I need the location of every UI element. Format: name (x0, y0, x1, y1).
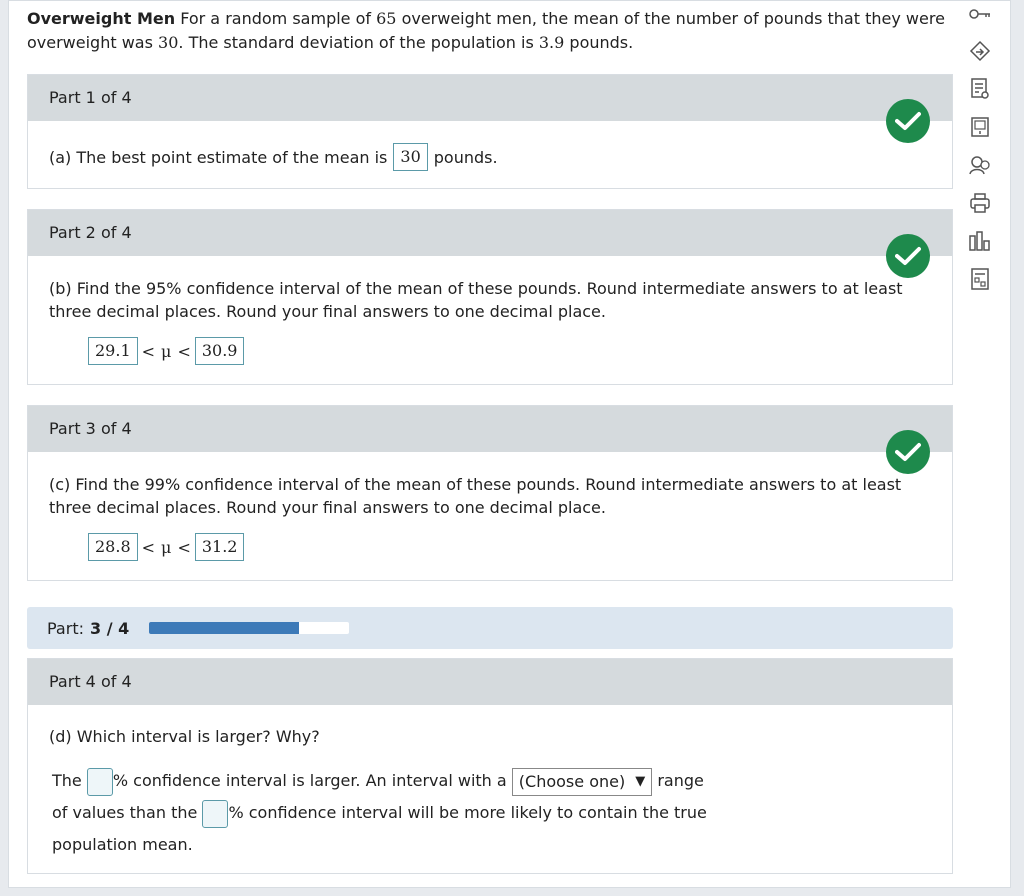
ebook-icon[interactable] (966, 113, 994, 141)
check-icon (886, 99, 930, 143)
lower-bound-box[interactable]: 29.1 (88, 337, 138, 365)
confidence-interval-99: 28.8 < μ < 31.2 (88, 533, 952, 561)
part-1-prompt: (a) The best point estimate of the mean … (49, 147, 388, 167)
sentence-text: % confidence interval will be more likel… (228, 803, 707, 822)
part-1: Part 1 of 4 (a) The best point estimate … (27, 74, 953, 189)
part-1-unit: pounds. (433, 147, 498, 167)
sentence-text: population mean. (52, 835, 193, 854)
dropdown-arrow-icon: ▼ (635, 773, 646, 789)
less-than: < (141, 537, 156, 557)
less-than: < (177, 341, 191, 361)
sentence-text: of values than the (52, 803, 198, 822)
confidence-interval-95: 29.1 < μ < 30.9 (88, 337, 952, 365)
sentence-text: % confidence interval is larger. An inte… (112, 771, 507, 790)
upper-bound-box[interactable]: 30.9 (194, 337, 245, 365)
part-3-prompt: (c) Find the 99% confidence interval of … (49, 475, 902, 517)
less-than: < (177, 537, 191, 557)
problem-statement: Overweight Men For a random sample of 65… (27, 7, 952, 55)
check-icon (886, 234, 930, 278)
less-than: < (141, 341, 156, 361)
lower-bound-box[interactable]: 28.8 (88, 533, 138, 561)
check-icon (886, 430, 930, 474)
calculator-doc-icon[interactable] (966, 265, 994, 293)
problem-text: pounds. (569, 33, 634, 52)
progress-track (149, 622, 350, 634)
dropdown-label: (Choose one) (518, 771, 626, 791)
ask-instructor-icon[interactable] (966, 151, 994, 179)
std-dev: 3.9 (538, 33, 565, 52)
part-4-header: Part 4 of 4 (28, 659, 952, 705)
part-progress: Part: 3 / 4 (27, 607, 953, 649)
part-4: Part 4 of 4 (d) Which interval is larger… (27, 658, 953, 874)
percent-input-1[interactable] (86, 767, 113, 796)
sentence-text: The (52, 771, 82, 790)
problem-text: . The standard deviation of the populati… (178, 33, 534, 52)
mu-symbol: μ (161, 341, 172, 361)
tool-sidebar (960, 0, 1002, 896)
problem-text: For a random sample of (180, 9, 372, 28)
sample-mean: 30 (158, 33, 179, 52)
part-2-prompt: (b) Find the 95% confidence interval of … (49, 279, 903, 321)
mu-symbol: μ (161, 537, 172, 557)
sentence-text: range (657, 771, 704, 790)
bar-chart-icon[interactable] (966, 227, 994, 255)
main-content: Overweight Men For a random sample of 65… (8, 0, 1011, 888)
progress-fill (149, 622, 300, 634)
part-3-header: Part 3 of 4 (28, 406, 952, 452)
percent-input-2[interactable] (202, 799, 229, 828)
key-icon[interactable] (966, 0, 994, 28)
part-3: Part 3 of 4 (c) Find the 99% confidence … (27, 405, 953, 581)
choose-one-dropdown[interactable]: (Choose one) ▼ (511, 767, 653, 796)
part-2-header: Part 2 of 4 (28, 210, 952, 256)
part-4-question: (d) Which interval is larger? Why? (49, 727, 320, 746)
problem-title: Overweight Men (27, 9, 176, 28)
part-4-answer-sentence: The % confidence interval is larger. An … (28, 747, 952, 861)
part-1-header: Part 1 of 4 (28, 75, 952, 121)
document-search-icon[interactable] (966, 75, 994, 103)
upper-bound-box[interactable]: 31.2 (194, 533, 245, 561)
answer-box[interactable]: 30 (393, 143, 428, 171)
part-2: Part 2 of 4 (b) Find the 95% confidence … (27, 209, 953, 385)
print-icon[interactable] (966, 189, 994, 217)
progress-value: 3 / 4 (89, 618, 130, 638)
sample-size: 65 (376, 9, 397, 28)
progress-label: Part: (47, 618, 84, 638)
diamond-arrow-icon[interactable] (966, 37, 994, 65)
